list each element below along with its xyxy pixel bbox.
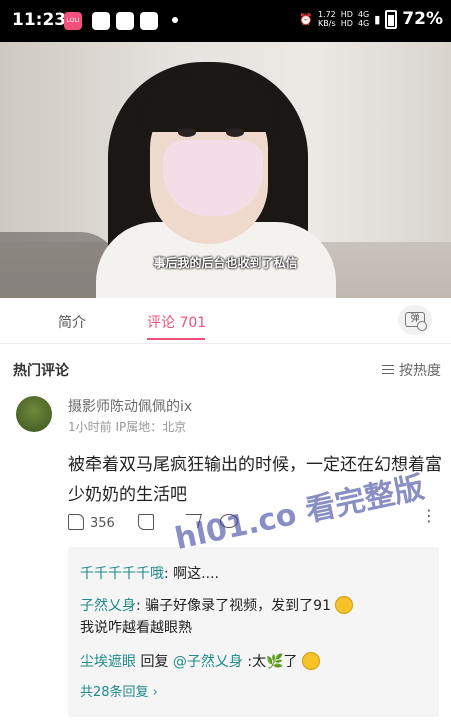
battery-icon bbox=[385, 9, 398, 29]
reply-text-line2: 我说咋越看越眼熟 bbox=[80, 620, 192, 636]
tab-active-indicator bbox=[147, 338, 205, 340]
reply-text: : 啊这.... bbox=[164, 566, 219, 582]
reply-item[interactable]: 千千千千千哦: 啊这.... bbox=[80, 563, 219, 585]
tab-bar: 简介 评论 701 弹 bbox=[0, 298, 451, 344]
app-notification-icon: LOLI bbox=[64, 12, 82, 30]
laugh-emoji-icon bbox=[301, 652, 320, 670]
view-more-replies-link[interactable]: 共28条回复 › bbox=[80, 681, 158, 700]
reply-username[interactable]: 尘埃遮眼 bbox=[80, 654, 136, 670]
reply-username[interactable]: 子然乂身 bbox=[80, 598, 136, 614]
status-time: 11:23 bbox=[12, 10, 67, 30]
app-notification-icon bbox=[116, 12, 134, 30]
app-notification-icon bbox=[140, 12, 158, 30]
more-options-button[interactable]: ⋮ bbox=[421, 508, 437, 524]
reply-item[interactable]: 尘埃遮眼 回复 @子然乂身 :太🌿了 bbox=[80, 651, 320, 673]
thumbs-down-icon bbox=[138, 514, 154, 530]
tab-intro[interactable]: 简介 bbox=[58, 312, 86, 332]
thumbs-up-icon bbox=[68, 514, 84, 530]
reply-text: :太 bbox=[242, 654, 267, 670]
signal-indicator: 4G 4G bbox=[357, 10, 370, 28]
sort-button[interactable]: 按热度 bbox=[382, 360, 441, 380]
video-subtitle: 事后我的后台也收到了私信 bbox=[153, 256, 298, 270]
sort-icon bbox=[382, 365, 394, 374]
app-notification-icon bbox=[92, 12, 110, 30]
dislike-button[interactable] bbox=[138, 514, 160, 531]
reply-item[interactable]: 子然乂身: 骗子好像录了视频，发到了91 我说咋越看越眼熟 bbox=[80, 595, 354, 639]
comment-username[interactable]: 摄影师陈动佩佩的ix bbox=[68, 396, 192, 416]
signal-bars-icon: ▮ bbox=[374, 12, 381, 26]
status-indicators: ⏰ 1.72 KB/s HD HD 4G 4G ▮ 72% bbox=[299, 9, 443, 29]
reply-text-tail: 了 bbox=[283, 654, 298, 670]
reply-target[interactable]: @子然乂身 bbox=[173, 654, 243, 670]
laugh-emoji-icon bbox=[335, 596, 354, 614]
video-player[interactable]: 事后我的后台也收到了私信 bbox=[0, 42, 451, 298]
leaf-emoji-icon: 🌿 bbox=[266, 654, 284, 670]
section-title: 热门评论 bbox=[13, 363, 69, 379]
more-notifications-icon bbox=[172, 17, 178, 23]
like-button[interactable]: 356 bbox=[68, 514, 115, 531]
replies-box: 千千千千千哦: 啊这.... 子然乂身: 骗子好像录了视频，发到了91 我说咋越… bbox=[68, 547, 439, 717]
video-person-eye bbox=[178, 128, 196, 137]
reply-username[interactable]: 千千千千千哦 bbox=[80, 566, 164, 582]
danmaku-settings-icon bbox=[417, 321, 427, 331]
alarm-icon: ⏰ bbox=[299, 12, 313, 26]
comments-header: 热门评论 按热度 bbox=[0, 356, 451, 382]
sort-label: 按热度 bbox=[399, 363, 441, 379]
danmaku-toggle-button[interactable]: 弹 bbox=[398, 305, 432, 335]
battery-percent: 72% bbox=[402, 9, 443, 29]
video-person-eye bbox=[226, 128, 244, 137]
tab-comments[interactable]: 评论 701 bbox=[147, 312, 206, 332]
status-bar: 11:23 LOLI ⏰ 1.72 KB/s HD HD 4G 4G ▮ 72% bbox=[0, 0, 451, 42]
reply-word: 回复 bbox=[136, 654, 173, 670]
comment-meta: 1小时前 IP属地：北京 bbox=[68, 420, 187, 434]
reply-text: : 骗子好像录了视频，发到了91 bbox=[136, 598, 331, 614]
avatar[interactable] bbox=[16, 396, 52, 432]
network-speed: 1.72 KB/s bbox=[317, 10, 336, 28]
like-count: 356 bbox=[90, 516, 115, 531]
hd-indicator: HD HD bbox=[340, 10, 353, 28]
